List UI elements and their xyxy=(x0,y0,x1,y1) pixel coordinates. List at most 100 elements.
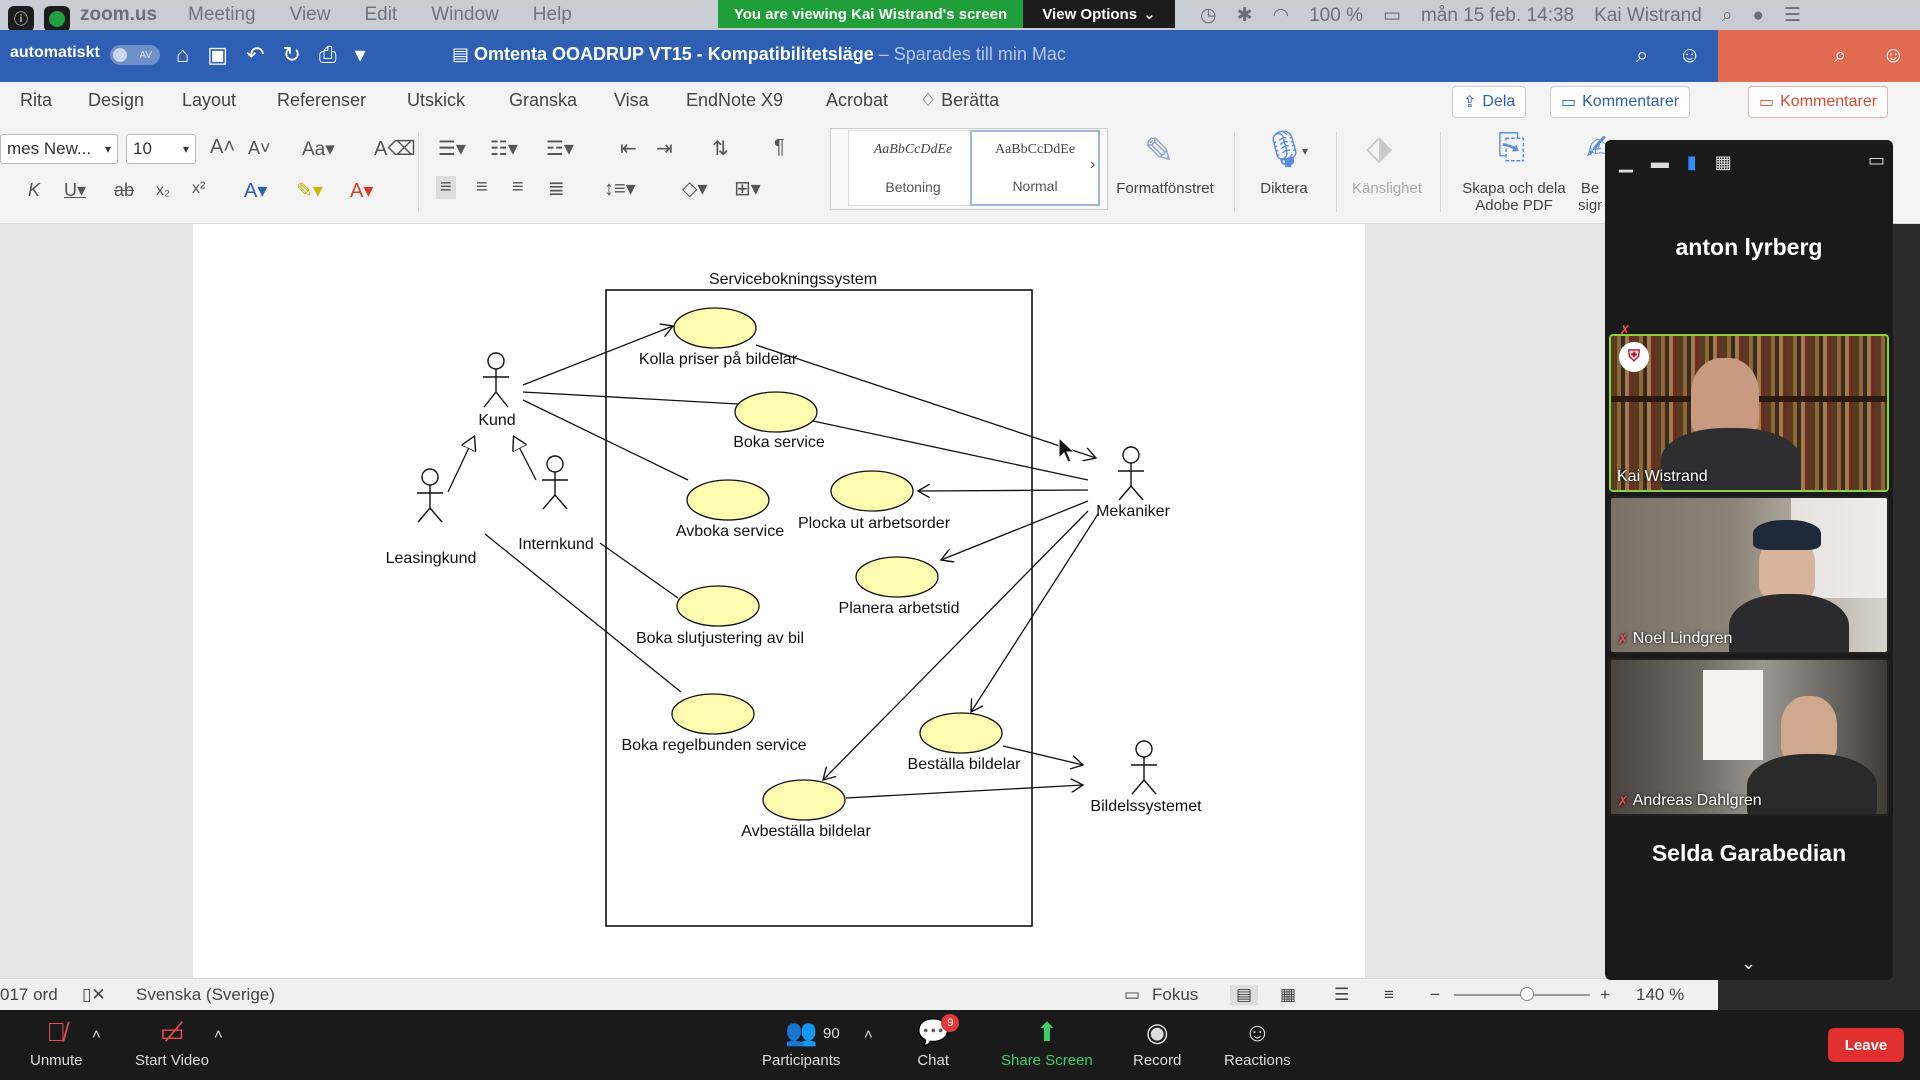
account-icon[interactable]: ☺ xyxy=(1882,42,1904,68)
customize-toolbar-icon[interactable]: ▾ xyxy=(355,42,366,68)
actor-leasingkund[interactable] xyxy=(417,468,443,523)
shrink-font-icon[interactable]: A˅ xyxy=(248,138,271,159)
spotlight-search-icon[interactable]: ⌕ xyxy=(1722,5,1733,27)
align-center-icon[interactable]: ≡ xyxy=(476,176,488,199)
decrease-indent-icon[interactable]: ⇤ xyxy=(620,136,637,161)
search-icon[interactable]: ⌕ xyxy=(1636,42,1648,68)
style-betoning[interactable]: AaBbCcDdEe Betoning xyxy=(848,130,978,206)
leave-button[interactable]: Leave xyxy=(1828,1028,1904,1062)
proofing-icon[interactable]: ▯✕ xyxy=(82,985,106,1005)
menu-meeting[interactable]: Meeting xyxy=(188,4,256,26)
audio-options-chevron-icon[interactable]: ˄ xyxy=(92,1026,101,1043)
chat-button[interactable]: 💬 9 Chat xyxy=(917,1014,960,1069)
styles-pane-icon[interactable]: ✎ xyxy=(1144,130,1174,172)
tab-tell-me[interactable]: ♢ Berätta xyxy=(920,90,999,111)
account-icon[interactable]: ☺ xyxy=(1678,42,1700,68)
grow-font-icon[interactable]: A˄ xyxy=(210,136,235,159)
microphone-icon[interactable]: 🎙 xyxy=(1262,128,1308,170)
participant-tile[interactable]: anton lyrberg ✗ xyxy=(1609,194,1889,344)
participant-tile[interactable]: ✗ Andreas Dahlgren xyxy=(1609,658,1889,816)
font-color-icon[interactable]: A▾ xyxy=(350,178,373,203)
siri-icon[interactable]: ● xyxy=(1752,5,1763,27)
comments-button[interactable]: ▭ Kommentarer xyxy=(1550,86,1691,118)
usecase-plocka-arbetsorder[interactable] xyxy=(830,470,914,512)
time-machine-icon[interactable]: ◷ xyxy=(1200,4,1217,27)
print-layout-icon[interactable]: ▤ xyxy=(1230,985,1259,1005)
sort-icon[interactable]: ⇅ xyxy=(712,136,729,161)
draft-view-icon[interactable]: ≡ xyxy=(1384,985,1394,1005)
superscript-icon[interactable]: x² xyxy=(192,180,205,198)
comments-button-background[interactable]: ▭ Kommentarer xyxy=(1748,86,1889,118)
app-menu[interactable]: zoom.us xyxy=(80,4,157,26)
italic-icon[interactable]: K xyxy=(28,180,40,201)
participant-tile[interactable]: Selda Garabedian xyxy=(1609,820,1889,950)
usecase-planera-arbetstid[interactable] xyxy=(855,556,939,598)
user-name[interactable]: Kai Wistrand xyxy=(1594,5,1702,27)
language[interactable]: Svenska (Sverige) xyxy=(136,985,275,1005)
save-icon[interactable]: ▣ xyxy=(207,42,228,68)
reactions-button[interactable]: ☺ Reactions xyxy=(1224,1016,1291,1069)
usecase-boka-service[interactable] xyxy=(734,391,818,433)
autosave-toggle[interactable]: AV xyxy=(110,45,160,65)
text-effects-icon[interactable]: A▾ xyxy=(244,178,267,203)
shading-icon[interactable]: ◇▾ xyxy=(682,176,707,201)
numbering-icon[interactable]: ☷▾ xyxy=(490,136,518,161)
focus-icon[interactable]: ▭ xyxy=(1124,985,1140,1005)
participants-options-chevron-icon[interactable]: ˄ xyxy=(864,1026,873,1043)
subscript-icon[interactable]: x₂ xyxy=(156,182,170,200)
highlight-icon[interactable]: ✎▾ xyxy=(296,178,323,203)
chevron-right-icon[interactable]: › xyxy=(1090,156,1095,174)
font-size-select[interactable]: 10 ▾ xyxy=(126,134,196,164)
share-button[interactable]: ⇪ Dela xyxy=(1452,86,1527,118)
tab-design[interactable]: Design xyxy=(88,90,144,111)
battery-icon[interactable]: ▭ xyxy=(1383,4,1401,27)
underline-icon[interactable]: U▾ xyxy=(64,180,86,201)
font-name-select[interactable]: mes New... ▾ xyxy=(0,134,118,164)
control-center-icon[interactable]: ☰ xyxy=(1784,4,1801,27)
menu-window[interactable]: Window xyxy=(431,4,499,26)
search-icon[interactable]: ⌕ xyxy=(1834,42,1846,68)
actor-kund[interactable] xyxy=(483,352,509,408)
chevron-down-icon[interactable]: ⌄ xyxy=(1741,953,1756,974)
usecase-bestalla-bildelar[interactable] xyxy=(919,712,1003,754)
tab-acrobat[interactable]: Acrobat xyxy=(826,90,888,111)
zoom-level[interactable]: 140 % xyxy=(1636,985,1684,1005)
zoom-in-icon[interactable]: + xyxy=(1600,985,1610,1005)
adobe-pdf-icon[interactable]: ⎘ xyxy=(1498,128,1525,167)
align-left-icon[interactable]: ≡ xyxy=(436,176,456,199)
strikethrough-icon[interactable]: ab xyxy=(114,180,134,201)
share-screen-button[interactable]: ⬆ Share Screen xyxy=(1001,1016,1093,1069)
document-page[interactable]: Servicebokningssystem Kolla priser på bi… xyxy=(193,224,1365,978)
usecase-avboka-service[interactable] xyxy=(686,479,770,521)
start-video-button[interactable]: ▭̸ Start Video xyxy=(135,1016,209,1069)
home-icon[interactable]: ⌂ xyxy=(176,42,189,68)
shield-icon[interactable] xyxy=(44,6,70,32)
actor-internkund[interactable] xyxy=(542,455,568,510)
print-icon[interactable]: ⎙ xyxy=(319,42,337,68)
video-options-chevron-icon[interactable]: ˄ xyxy=(214,1026,223,1043)
gallery-view-icon[interactable]: ▦ xyxy=(1715,152,1732,173)
usecase-boka-slutjustering[interactable] xyxy=(676,585,760,627)
bluetooth-icon[interactable]: ✱ xyxy=(1237,4,1253,27)
hide-video-icon[interactable]: ▬ xyxy=(1651,152,1669,173)
tab-rita[interactable]: Rita xyxy=(20,90,52,111)
clear-formatting-icon[interactable]: A⌫ xyxy=(374,136,416,161)
actor-mekaniker[interactable] xyxy=(1118,446,1144,501)
bullets-icon[interactable]: ☰▾ xyxy=(438,136,466,161)
actor-bildelssystemet[interactable] xyxy=(1131,740,1157,795)
exit-minimized-icon[interactable]: ▭ xyxy=(1868,150,1885,171)
tab-endnote[interactable]: EndNote X9 xyxy=(686,90,783,111)
focus-label[interactable]: Fokus xyxy=(1152,985,1198,1005)
usecase-kolla-priser[interactable] xyxy=(673,307,757,349)
menu-view[interactable]: View xyxy=(290,4,331,26)
unmute-button[interactable]: 🎙̸ Unmute xyxy=(30,1016,83,1069)
info-icon[interactable]: ⓘ xyxy=(8,6,34,32)
redo-icon[interactable]: ↻ xyxy=(283,42,301,68)
speaker-view-icon[interactable]: ▮ xyxy=(1687,152,1697,173)
change-case-icon[interactable]: Aa▾ xyxy=(302,138,335,161)
show-formatting-icon[interactable]: ¶ xyxy=(774,136,785,159)
tab-granska[interactable]: Granska xyxy=(509,90,577,111)
justify-icon[interactable]: ≣ xyxy=(548,176,565,201)
tab-referenser[interactable]: Referenser xyxy=(277,90,366,111)
chevron-down-icon[interactable]: ▾ xyxy=(1302,144,1308,158)
